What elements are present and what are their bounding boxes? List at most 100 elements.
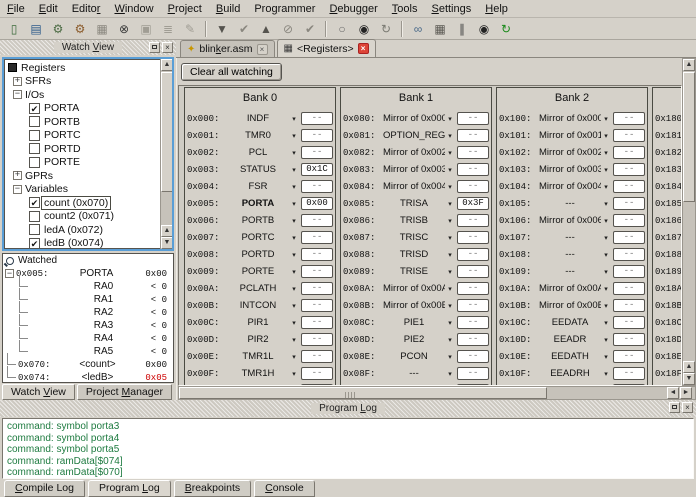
program-log-output[interactable]: command: symbol porta3 command: symbol po… [2,418,694,479]
tree-item[interactable]: + GPRs [5,169,171,183]
register-value-field[interactable]: -- [457,231,489,244]
register-value-field[interactable]: -- [301,146,333,159]
clear-all-watching-button[interactable]: Clear all watching [181,63,282,81]
register-value-field[interactable]: -- [613,180,645,193]
scroll-up-icon[interactable]: ▲ [161,225,172,237]
scroll-up-icon[interactable]: ▲ [683,361,695,373]
collapse-icon[interactable]: − [5,269,14,278]
close-icon[interactable]: × [682,402,693,413]
scroll-down-icon[interactable]: ▼ [161,237,172,249]
tab-registers[interactable]: ▦ <Registers> × [276,39,376,57]
blank-check-icon[interactable]: ⊘ [278,19,298,38]
register-value-field[interactable]: -- [457,333,489,346]
register-value-field[interactable]: -- [457,265,489,278]
expand-icon[interactable]: + [13,171,22,181]
watched-row[interactable]: RA0 < 0 [3,274,173,293]
tree-item[interactable]: ✔ PORTA [5,102,171,116]
dropdown-arrow-icon[interactable]: ▾ [289,285,299,293]
dropdown-arrow-icon[interactable]: ▾ [445,251,455,259]
collapse-icon[interactable]: − [13,90,22,100]
run-icon[interactable]: ○ [332,19,352,38]
dropdown-arrow-icon[interactable]: ▾ [289,302,299,310]
dropdown-arrow-icon[interactable]: ▾ [289,234,299,242]
register-value-field[interactable]: -- [457,180,489,193]
expand-icon[interactable]: + [13,76,22,86]
dropdown-arrow-icon[interactable]: ▾ [289,166,299,174]
detach-icon[interactable] [669,402,680,413]
probe-icon[interactable]: ✎ [180,19,200,38]
tab-blinker.asm[interactable]: ✦ blinker.asm × [180,40,275,57]
dropdown-arrow-icon[interactable]: ▾ [445,149,455,157]
register-value-field[interactable]: -- [301,112,333,125]
close-tab-icon[interactable]: × [256,43,268,55]
dropdown-arrow-icon[interactable]: ▾ [445,370,455,378]
dropdown-arrow-icon[interactable]: ▾ [601,149,611,157]
rebuild-icon[interactable]: ⚙ [70,19,90,38]
register-value-field[interactable]: -- [613,350,645,363]
register-value-field[interactable]: -- [301,333,333,346]
register-value-field[interactable]: -- [301,231,333,244]
tree-item[interactable]: PORTC [5,129,171,143]
scroll-up-icon[interactable]: ▲ [683,59,695,71]
register-value-field[interactable]: -- [613,265,645,278]
scroll-thumb[interactable] [161,72,172,192]
checkbox[interactable] [29,143,40,155]
dropdown-arrow-icon[interactable]: ▾ [289,370,299,378]
program-log-titlebar[interactable]: Program Log × [0,400,696,417]
run-checks-icon[interactable]: ✔ [300,19,320,38]
dropdown-arrow-icon[interactable]: ▾ [601,285,611,293]
dropdown-arrow-icon[interactable]: ▾ [445,183,455,191]
dropdown-arrow-icon[interactable]: ▾ [601,268,611,276]
checkbox[interactable]: ✔ [29,237,40,248]
register-value-field[interactable]: -- [613,231,645,244]
register-value-field[interactable]: -- [613,214,645,227]
register-value-field[interactable]: -- [457,163,489,176]
dropdown-arrow-icon[interactable]: ▾ [601,251,611,259]
scroll-thumb[interactable] [683,72,695,202]
checkbox[interactable]: ✔ [29,197,40,209]
open-file-icon[interactable]: ▤ [26,19,46,38]
new-file-icon[interactable]: ▯ [4,19,24,38]
dropdown-arrow-icon[interactable]: ▾ [601,319,611,327]
watch-view-titlebar[interactable]: Watch View × [0,40,176,55]
reload-icon[interactable]: ↻ [376,19,396,38]
tree-item[interactable]: PORTE [5,156,171,170]
register-value-field[interactable]: -- [457,282,489,295]
detach-icon[interactable] [149,42,160,53]
watched-root-row[interactable]: Watched [3,254,173,267]
erase-device-icon[interactable]: ▦ [92,19,112,38]
register-value-field[interactable]: -- [457,367,489,380]
watched-row[interactable]: RA1 < 0 [3,287,173,306]
register-value-field[interactable]: -- [301,265,333,278]
dropdown-arrow-icon[interactable]: ▾ [445,115,455,123]
scroll-down-icon[interactable]: ▼ [683,373,695,385]
stop-build-icon[interactable]: ⊗ [114,19,134,38]
dropdown-arrow-icon[interactable]: ▾ [289,336,299,344]
tab-compile-log[interactable]: Compile Log [4,480,85,497]
program-firmware-icon[interactable]: ▣ [136,19,156,38]
register-value-field[interactable]: -- [301,248,333,261]
tree-item[interactable]: count2 (0x071) [5,210,171,224]
dropdown-arrow-icon[interactable]: ▾ [289,353,299,361]
dropdown-arrow-icon[interactable]: ▾ [601,115,611,123]
register-value-field[interactable]: -- [613,299,645,312]
tree-scrollbar[interactable]: ▲ ▲ ▼ [160,59,172,249]
register-value-field[interactable]: -- [301,350,333,363]
tree-item[interactable]: Registers [5,61,171,75]
dropdown-arrow-icon[interactable]: ▾ [445,217,455,225]
dropdown-arrow-icon[interactable]: ▾ [445,200,455,208]
dropdown-arrow-icon[interactable]: ▾ [289,132,299,140]
dropdown-arrow-icon[interactable]: ▾ [445,285,455,293]
register-value-field[interactable]: -- [613,282,645,295]
dropdown-arrow-icon[interactable]: ▾ [601,166,611,174]
serial-connect-icon[interactable]: ∞ [408,19,428,38]
register-value-field[interactable]: -- [301,214,333,227]
register-value-field[interactable]: -- [301,316,333,329]
register-value-field[interactable]: -- [613,316,645,329]
dropdown-arrow-icon[interactable]: ▾ [445,234,455,242]
dropdown-arrow-icon[interactable]: ▾ [289,149,299,157]
register-value-field[interactable]: -- [301,129,333,142]
tree-item[interactable]: ledA (0x072) [5,223,171,237]
menu-file[interactable]: File [0,2,32,16]
dropdown-arrow-icon[interactable]: ▾ [289,268,299,276]
